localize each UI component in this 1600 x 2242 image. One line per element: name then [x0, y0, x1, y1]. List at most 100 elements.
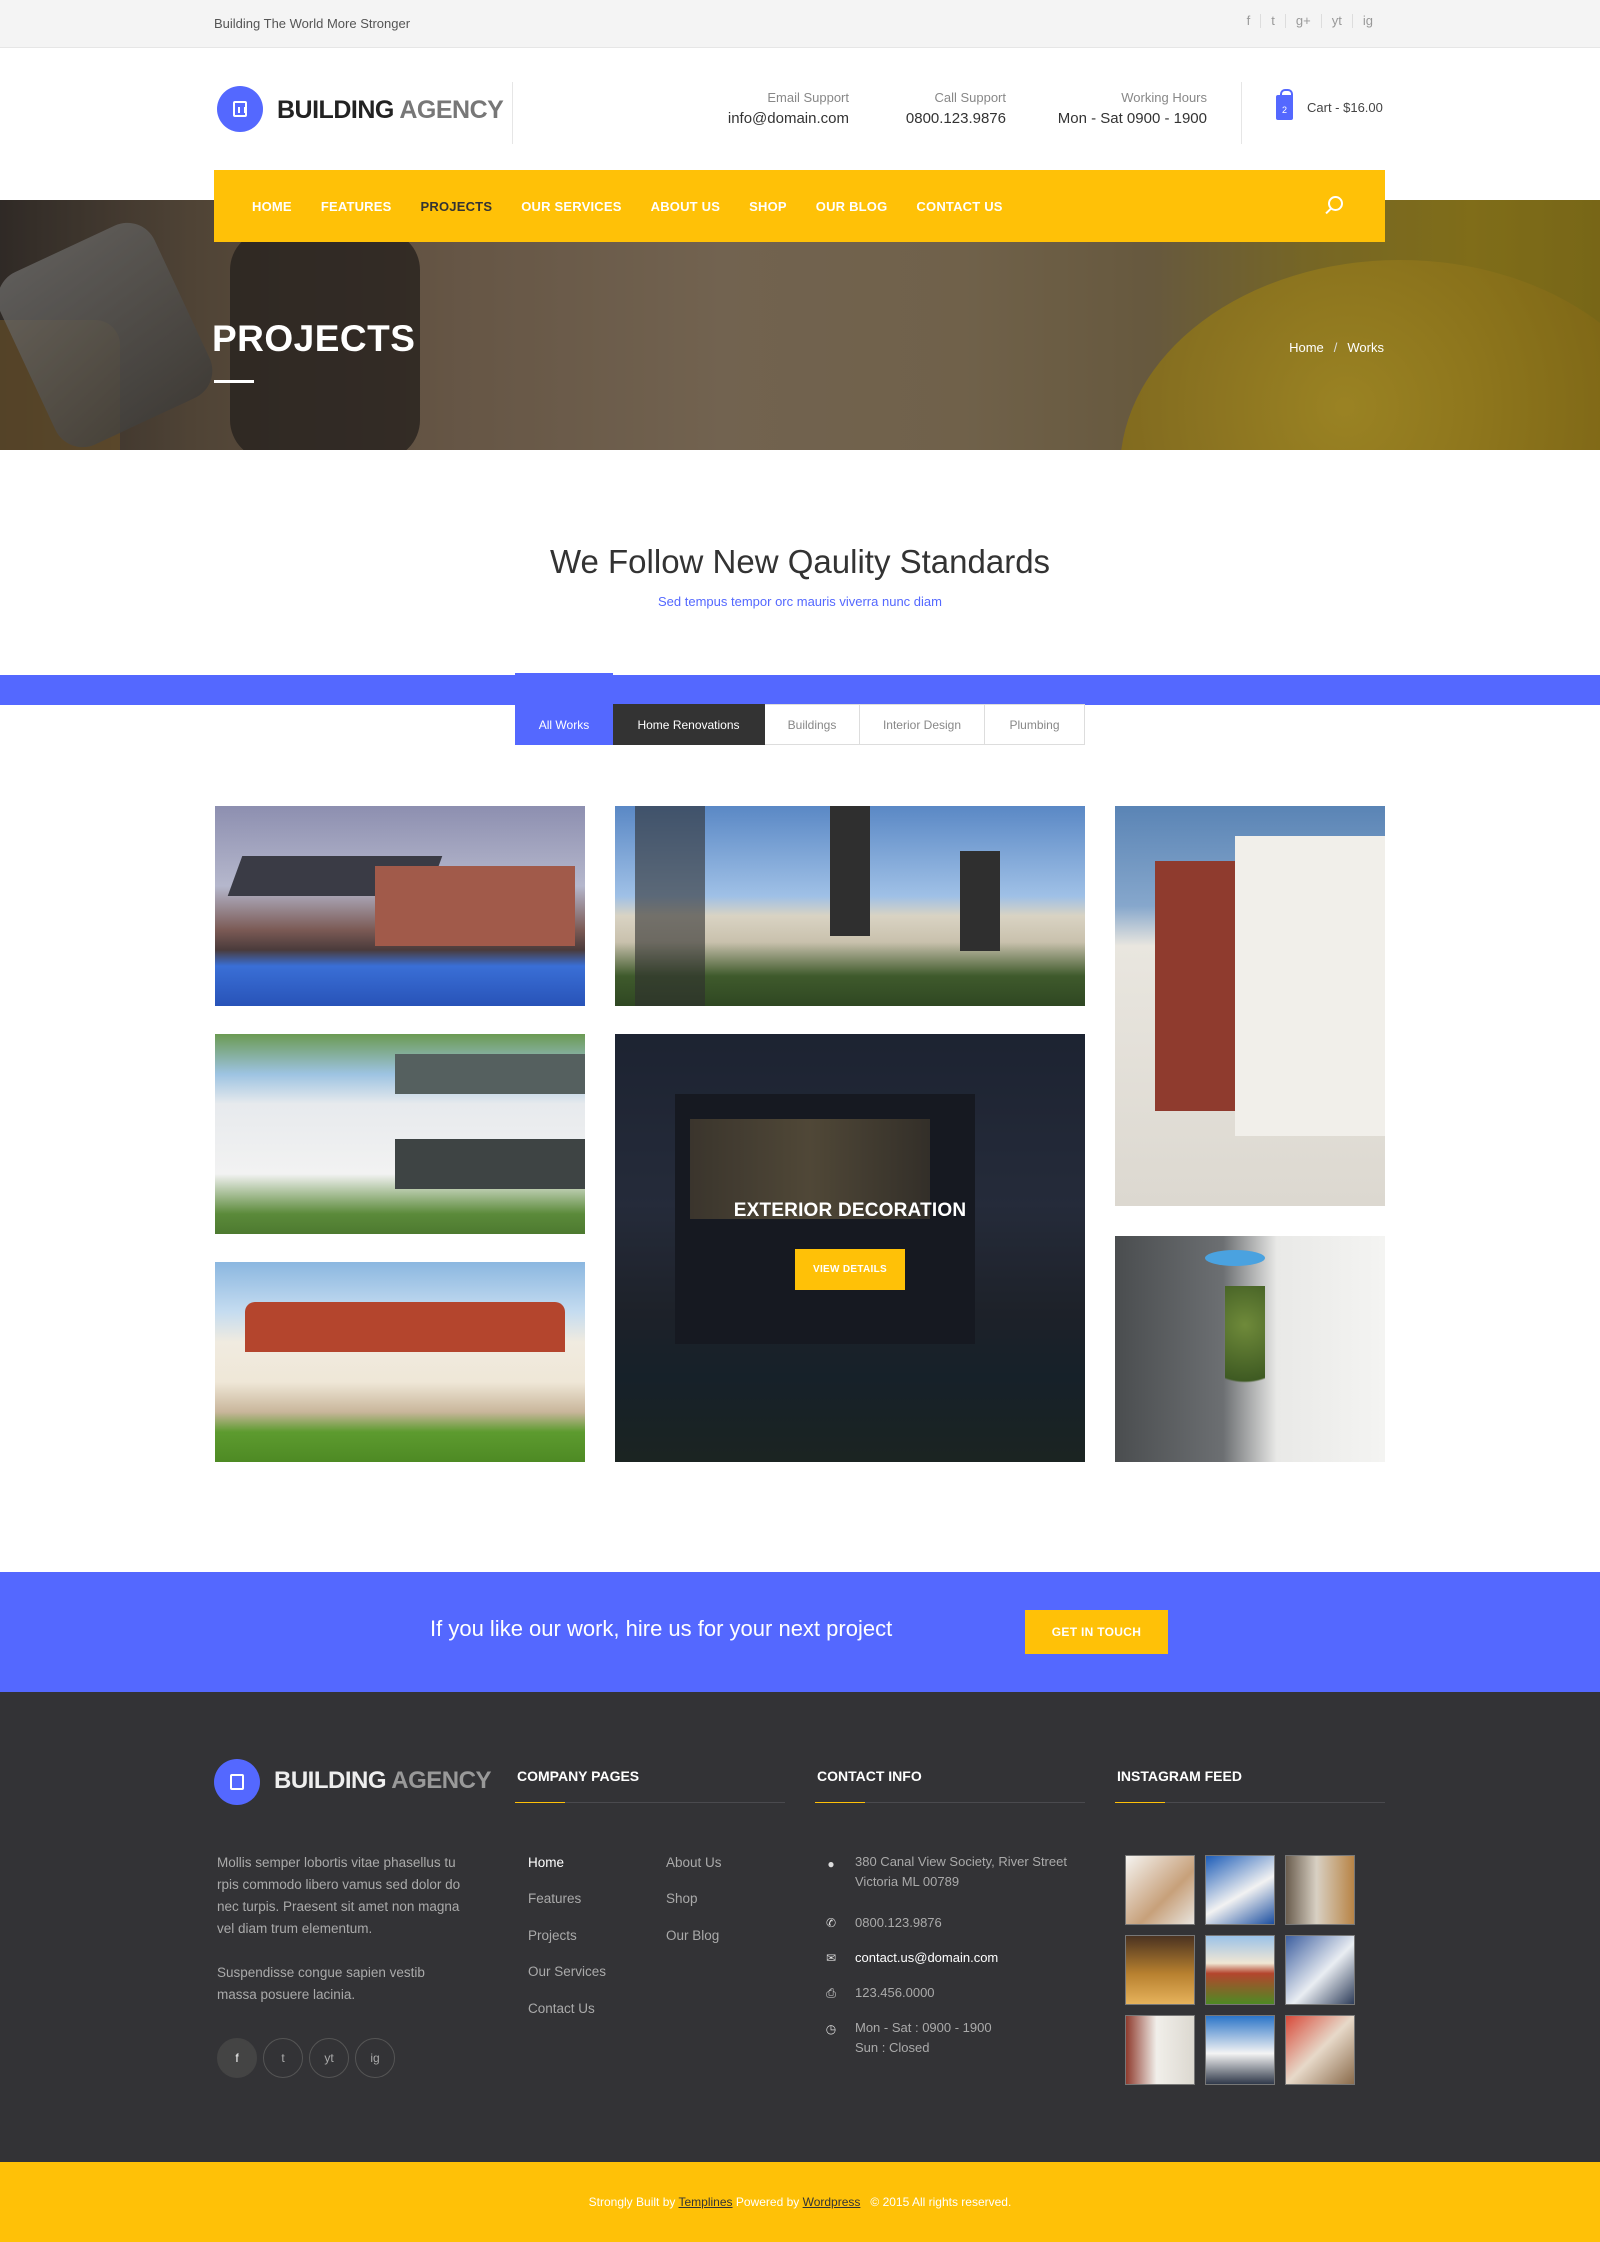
heading-rule: [1115, 1802, 1385, 1803]
google-plus-icon[interactable]: g+: [1284, 14, 1321, 28]
footer-logo-icon[interactable]: [214, 1759, 260, 1805]
youtube-icon[interactable]: yt: [1320, 14, 1352, 28]
contact-hours: Mon - Sat : 0900 - 1900 Sun : Closed: [855, 2018, 992, 2058]
filter-all-works[interactable]: All Works: [515, 673, 613, 745]
mail-icon: ✉: [825, 1951, 837, 1965]
instagram-thumb[interactable]: [1205, 1855, 1275, 1925]
footer-link-projects[interactable]: Projects: [528, 1928, 577, 1943]
get-in-touch-button[interactable]: GET IN TOUCH: [1025, 1610, 1168, 1654]
logo-light: AGENCY: [399, 96, 504, 124]
company-pages-heading: COMPANY PAGES: [517, 1768, 640, 1784]
address-line-1: 380 Canal View Society, River Street: [855, 1854, 1067, 1869]
copyright-prefix: Strongly Built by: [588, 2195, 676, 2209]
instagram-thumb[interactable]: [1125, 1935, 1195, 2005]
hours-line-1: Mon - Sat : 0900 - 1900: [855, 2020, 992, 2035]
nav-about-us[interactable]: ABOUT US: [651, 199, 721, 214]
project-image-exterior-decoration[interactable]: [615, 1034, 1085, 1462]
contact-email[interactable]: contact.us@domain.com: [855, 1948, 998, 1968]
footer-link-features[interactable]: Features: [528, 1891, 581, 1906]
copyright-rights: © 2015 All rights reserved.: [870, 2195, 1012, 2209]
facebook-icon[interactable]: f: [1237, 14, 1261, 28]
footer-link-our-blog[interactable]: Our Blog: [666, 1928, 719, 1943]
nav-our-services[interactable]: OUR SERVICES: [521, 199, 621, 214]
instagram-thumb[interactable]: [1285, 1855, 1355, 1925]
footer-about: Mollis semper lobortis vitae phasellus t…: [217, 1852, 467, 2028]
facebook-icon[interactable]: f: [217, 2038, 257, 2078]
portfolio-filters: All Works Home Renovations Buildings Int…: [515, 673, 1085, 745]
footer-link-home[interactable]: Home: [528, 1855, 564, 1870]
instagram-feed-heading: INSTAGRAM FEED: [1117, 1768, 1242, 1784]
working-hours-value: Mon - Sat 0900 - 1900: [1057, 110, 1207, 127]
instagram-thumb[interactable]: [1205, 2015, 1275, 2085]
hours-line-2: Sun : Closed: [855, 2040, 930, 2055]
search-icon[interactable]: [1328, 196, 1343, 211]
divider: [512, 82, 513, 144]
instagram-thumb[interactable]: [1125, 1855, 1195, 1925]
instagram-icon[interactable]: ig: [355, 2038, 395, 2078]
filter-strip: [0, 675, 1600, 705]
footer-link-about-us[interactable]: About Us: [666, 1855, 722, 1870]
project-image-courtyard[interactable]: [1115, 1236, 1385, 1462]
working-hours: Working Hours Mon - Sat 0900 - 1900: [1058, 90, 1207, 127]
nav-shop[interactable]: SHOP: [749, 199, 787, 214]
filter-plumbing[interactable]: Plumbing: [985, 704, 1085, 745]
footer-link-our-services[interactable]: Our Services: [528, 1964, 606, 1979]
instagram-thumb[interactable]: [1205, 1935, 1275, 2005]
nav-projects[interactable]: PROJECTS: [421, 199, 493, 214]
footer-logo-bold: BUILDING: [274, 1767, 387, 1794]
logo-text[interactable]: BUILDING AGENCY: [277, 96, 504, 125]
divider: [1241, 82, 1242, 144]
instagram-thumb[interactable]: [1285, 1935, 1355, 2005]
instagram-icon[interactable]: ig: [1351, 14, 1383, 28]
copyright: Strongly Built by Templines Powered by W…: [0, 2195, 1600, 2209]
breadcrumb-home[interactable]: Home: [1289, 340, 1324, 355]
call-support-value[interactable]: 0800.123.9876: [906, 110, 1006, 127]
project-image-modern-house[interactable]: [215, 1034, 585, 1234]
filter-interior-design[interactable]: Interior Design: [860, 704, 985, 745]
tagline: Building The World More Stronger: [214, 16, 411, 31]
logo-icon[interactable]: [217, 86, 263, 132]
project-overlay-title: EXTERIOR DECORATION: [733, 1200, 967, 1221]
author-link[interactable]: Templines: [679, 2195, 733, 2209]
nav-contact-us[interactable]: CONTACT US: [916, 199, 1002, 214]
contact-fax: 123.456.0000: [855, 1985, 935, 2000]
filter-buildings[interactable]: Buildings: [765, 704, 860, 745]
filter-home-renovations[interactable]: Home Renovations: [613, 704, 765, 745]
project-image-pool-house[interactable]: [215, 806, 585, 1006]
heading-rule: [515, 1802, 785, 1803]
cta-text: If you like our work, hire us for your n…: [430, 1616, 893, 1641]
section-subtitle: Sed tempus tempor orc mauris viverra nun…: [658, 594, 942, 609]
address-line-2: Victoria ML 00789: [855, 1874, 960, 1889]
clock-icon: ◷: [825, 2022, 837, 2036]
twitter-icon[interactable]: t: [1260, 14, 1285, 28]
twitter-icon[interactable]: t: [263, 2038, 303, 2078]
contact-address: 380 Canal View Society, River Street Vict…: [855, 1852, 1067, 1892]
email-support-label: Email Support: [767, 90, 849, 105]
title-underline: [214, 380, 254, 383]
instagram-thumb[interactable]: [1285, 2015, 1355, 2085]
view-details-button[interactable]: VIEW DETAILS: [795, 1249, 905, 1290]
page-title: PROJECTS: [212, 318, 416, 359]
main-nav: HOME FEATURES PROJECTS OUR SERVICES ABOU…: [214, 170, 1385, 242]
platform-link[interactable]: Wordpress: [803, 2195, 861, 2209]
nav-home[interactable]: HOME: [252, 199, 292, 214]
project-image-apartments[interactable]: [615, 806, 1085, 1006]
footer-link-contact-us[interactable]: Contact Us: [528, 2001, 595, 2016]
cart-icon[interactable]: 2: [1276, 89, 1293, 120]
project-image-family-house[interactable]: [215, 1262, 585, 1462]
footer-social-links: f t yt ig: [217, 2038, 395, 2078]
nav-our-blog[interactable]: OUR BLOG: [816, 199, 888, 214]
footer-link-shop[interactable]: Shop: [666, 1891, 698, 1906]
instagram-thumb[interactable]: [1125, 2015, 1195, 2085]
phone-icon: ✆: [825, 1916, 837, 1930]
nav-features[interactable]: FEATURES: [321, 199, 392, 214]
working-hours-label: Working Hours: [1121, 90, 1207, 105]
youtube-icon[interactable]: yt: [309, 2038, 349, 2078]
footer-logo-text[interactable]: BUILDING AGENCY: [274, 1767, 491, 1795]
project-image-brick-facade[interactable]: [1115, 806, 1385, 1206]
section-title: We Follow New Qaulity Standards: [549, 543, 1051, 580]
email-support-value[interactable]: info@domain.com: [728, 110, 849, 127]
contact-phone[interactable]: 0800.123.9876: [855, 1913, 942, 1933]
fax-icon: ⎙: [826, 1986, 836, 2000]
cart-label[interactable]: Cart - $16.00: [1307, 100, 1383, 115]
